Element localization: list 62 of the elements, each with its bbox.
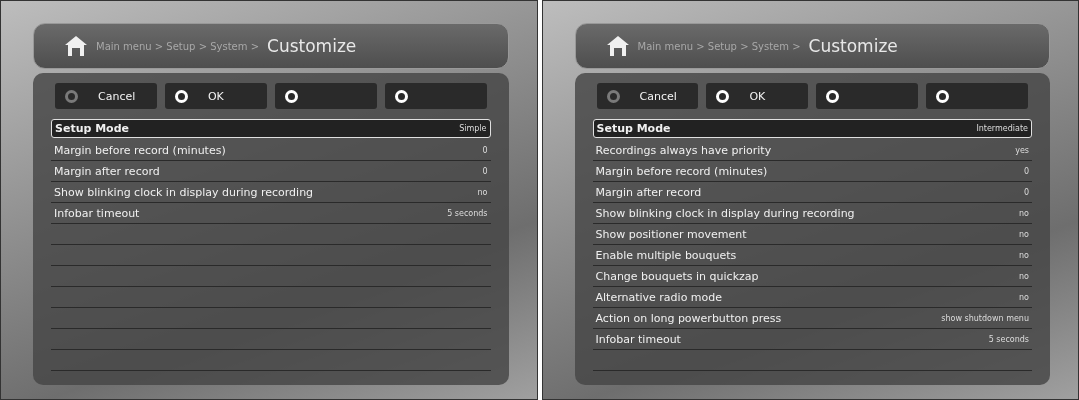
setting-label: Action on long powerbutton press — [595, 311, 782, 325]
setting-value: 0 — [1023, 166, 1029, 176]
setting-label: Infobar timeout — [54, 206, 140, 220]
color-key-button[interactable] — [926, 83, 1028, 109]
color-key-button[interactable] — [384, 83, 487, 109]
color-key-button[interactable]: Cancel — [55, 83, 157, 109]
setting-row[interactable]: Infobar timeout 5 seconds — [51, 203, 491, 224]
setting-row[interactable]: Setup Mode Intermediate — [592, 119, 1032, 138]
setting-value: no — [477, 187, 488, 197]
setting-label: Margin before record (minutes) — [54, 143, 226, 157]
color-key-button[interactable] — [274, 83, 377, 109]
setting-row[interactable]: Alternative radio mode no — [592, 287, 1032, 308]
setting-label: Margin after record — [595, 185, 702, 199]
setting-label: Alternative radio mode — [595, 290, 723, 304]
setting-label: Margin before record (minutes) — [595, 164, 768, 178]
setting-label: Show positioner movement — [595, 227, 747, 241]
color-key-button[interactable]: Cancel — [596, 83, 699, 109]
setting-value: no — [1019, 271, 1029, 281]
setting-label: Show blinking clock in display during recording — [595, 206, 855, 220]
setting-label: Change bouquets in quickzap — [595, 269, 759, 283]
home-icon — [64, 35, 88, 57]
setting-row[interactable]: Show blinking clock in display during recording no — [51, 182, 491, 203]
setting-row[interactable]: Recordings always have priority yes — [592, 140, 1032, 161]
setting-label: Recordings always have priority — [595, 143, 772, 157]
setting-value: 0 — [482, 166, 488, 176]
setting-row[interactable]: Margin after record 0 — [592, 182, 1032, 203]
setting-value: no — [1019, 208, 1029, 218]
setting-label: Margin after record — [54, 164, 160, 178]
setting-row[interactable]: Infobar timeout 5 seconds — [592, 329, 1032, 350]
setting-value: 5 seconds — [447, 208, 488, 218]
setting-row[interactable]: Setup Mode Simple — [51, 119, 491, 138]
color-key-button[interactable] — [816, 83, 919, 109]
screen-title: Customize — [267, 36, 357, 56]
color-key-button[interactable]: OK — [706, 83, 809, 109]
setting-row[interactable]: Margin before record (minutes) 0 — [51, 140, 491, 161]
setting-value: 0 — [482, 145, 488, 155]
setting-label: Setup Mode — [596, 122, 671, 135]
setting-value: 0 — [1023, 187, 1029, 197]
setting-row[interactable]: Margin after record 0 — [51, 161, 491, 182]
setting-value: 5 seconds — [988, 334, 1029, 344]
home-icon — [605, 35, 630, 57]
setting-value: show shutdown menu — [941, 313, 1029, 323]
breadcrumb: Main menu > Setup > System > — [96, 40, 260, 52]
setting-value: Simple — [459, 124, 487, 133]
setting-value: no — [1019, 292, 1029, 302]
setting-value: Intermediate — [976, 124, 1028, 133]
setting-row[interactable]: Show positioner movement no — [592, 224, 1032, 245]
setting-label: Show blinking clock in display during recording — [54, 185, 314, 199]
color-key-button[interactable]: OK — [164, 83, 267, 109]
setting-row[interactable]: Show blinking clock in display during recording no — [592, 203, 1032, 224]
setting-row[interactable]: Margin before record (minutes) 0 — [592, 161, 1032, 182]
setting-label: Setup Mode — [55, 122, 129, 135]
setting-row[interactable]: Enable multiple bouquets no — [592, 245, 1032, 266]
setting-value: yes — [1015, 145, 1029, 155]
setting-value: no — [1019, 229, 1029, 239]
setting-row[interactable]: Action on long powerbutton press show shutdown menu — [592, 308, 1032, 329]
setting-label: Enable multiple bouquets — [595, 248, 737, 262]
setting-row[interactable]: Change bouquets in quickzap no — [592, 266, 1032, 287]
breadcrumb: Main menu > Setup > System > — [637, 40, 801, 52]
screen-title: Customize — [808, 36, 898, 56]
setting-label: Infobar timeout — [595, 332, 681, 346]
setting-value: no — [1019, 250, 1029, 260]
